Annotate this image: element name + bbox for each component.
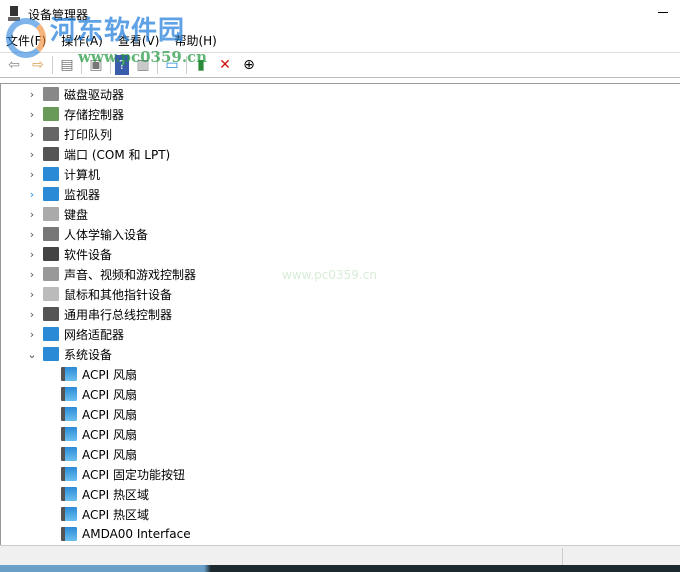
speaker-icon: [43, 267, 59, 281]
uninstall-icon[interactable]: ✕: [215, 55, 235, 75]
tree-device[interactable]: ACPI 风扇: [1, 444, 680, 464]
network-adapter-icon: [43, 327, 59, 341]
monitor-icon: [43, 187, 59, 201]
chevron-right-icon[interactable]: ›: [25, 128, 39, 141]
tree-category[interactable]: › 打印队列: [1, 124, 680, 144]
tree-category[interactable]: › 通用串行总线控制器: [1, 304, 680, 324]
keyboard-icon: [43, 207, 59, 221]
system-device-icon: [61, 407, 77, 421]
tree-device[interactable]: AMDA00 Interface: [1, 524, 680, 544]
port-icon: [43, 147, 59, 161]
category-label: 人体学输入设备: [64, 227, 149, 242]
category-label: 通用串行总线控制器: [64, 307, 173, 322]
minimize-button[interactable]: [658, 12, 668, 13]
category-label: 鼠标和其他指针设备: [64, 287, 173, 302]
printer-icon: [43, 127, 59, 141]
device-label: ACPI 风扇: [82, 407, 137, 422]
watermark-site-name: 河东软件园: [50, 16, 186, 46]
system-device-icon: [61, 427, 77, 441]
device-label: ACPI 风扇: [82, 367, 137, 382]
device-label: ACPI 热区域: [82, 487, 149, 502]
show-hide-console-tree-icon[interactable]: ▤: [57, 55, 77, 75]
chevron-right-icon[interactable]: ›: [25, 308, 39, 321]
forward-arrow-icon[interactable]: ⇨: [28, 55, 48, 75]
tree-category[interactable]: › 键盘: [1, 204, 680, 224]
system-device-icon: [61, 387, 77, 401]
device-label: ACPI 热区域: [82, 507, 149, 522]
toolbar-separator: [52, 56, 53, 74]
category-label: 打印队列: [64, 127, 113, 142]
chevron-down-icon[interactable]: ⌄: [25, 348, 39, 361]
tree-device[interactable]: ACPI 风扇: [1, 364, 680, 384]
mouse-icon: [43, 287, 59, 301]
tree-device[interactable]: ACPI 热区域: [1, 504, 680, 524]
category-label: 监视器: [64, 187, 101, 202]
tree-category[interactable]: ⌄ 系统设备: [1, 344, 680, 364]
chevron-right-icon[interactable]: ›: [25, 148, 39, 161]
device-label: ACPI 风扇: [82, 427, 137, 442]
tree-category[interactable]: › 人体学输入设备: [1, 224, 680, 244]
device-label: ACPI 风扇: [82, 447, 137, 462]
back-arrow-icon[interactable]: ⇦: [4, 55, 24, 75]
tree-device[interactable]: ACPI 热区域: [1, 484, 680, 504]
system-device-icon: [61, 367, 77, 381]
category-label: 系统设备: [64, 347, 113, 362]
chevron-right-icon[interactable]: ›: [25, 208, 39, 221]
storage-controller-icon: [43, 107, 59, 121]
watermark-logo: [6, 18, 46, 58]
tree-category[interactable]: › 存储控制器: [1, 104, 680, 124]
category-label: 磁盘驱动器: [64, 87, 125, 102]
system-device-icon: [61, 527, 77, 541]
tree-category[interactable]: › 鼠标和其他指针设备: [1, 284, 680, 304]
category-label: 软件设备: [64, 247, 113, 262]
chevron-right-icon[interactable]: ›: [25, 288, 39, 301]
chevron-right-icon[interactable]: ›: [25, 328, 39, 341]
tree-category[interactable]: › 网络适配器: [1, 324, 680, 344]
tree-device[interactable]: ACPI 固定功能按钮: [1, 464, 680, 484]
category-label: 网络适配器: [64, 327, 125, 342]
tree-category[interactable]: › 磁盘驱动器: [1, 84, 680, 104]
tree-device[interactable]: ACPI 风扇: [1, 384, 680, 404]
tree-device[interactable]: ACPI 风扇: [1, 424, 680, 444]
chevron-right-icon[interactable]: ›: [25, 188, 39, 201]
chevron-right-icon[interactable]: ›: [25, 248, 39, 261]
category-label: 端口 (COM 和 LPT): [64, 147, 171, 162]
usb-icon: [43, 307, 59, 321]
software-device-icon: [43, 247, 59, 261]
device-label: AMDA00 Interface: [82, 527, 191, 541]
chevron-right-icon[interactable]: ›: [25, 168, 39, 181]
computer-icon: [43, 167, 59, 181]
tree-category[interactable]: › 端口 (COM 和 LPT): [1, 144, 680, 164]
hid-icon: [43, 227, 59, 241]
status-bar: [0, 545, 680, 565]
category-label: 键盘: [64, 207, 89, 222]
device-label: ACPI 风扇: [82, 387, 137, 402]
chevron-right-icon[interactable]: ›: [25, 88, 39, 101]
watermark-url-faint: www.pc0359.cn: [282, 268, 377, 282]
disk-drive-icon: [43, 87, 59, 101]
system-device-icon: [43, 347, 59, 361]
chevron-right-icon[interactable]: ›: [25, 228, 39, 241]
taskbar-strip: [0, 565, 680, 572]
device-label: ACPI 固定功能按钮: [82, 467, 185, 482]
category-label: 声音、视频和游戏控制器: [64, 267, 197, 282]
status-divider: [562, 548, 563, 565]
watermark-url: www.pc0359.cn: [78, 48, 208, 66]
disable-device-icon[interactable]: ⊕: [239, 55, 259, 75]
device-tree: › 磁盘驱动器 › 存储控制器 › 打印队列 › 端口 (COM 和 LPT) › 计算机 › 监视器…: [0, 83, 680, 545]
category-label: 存储控制器: [64, 107, 125, 122]
tree-category[interactable]: › 监视器: [1, 184, 680, 204]
tree-device[interactable]: ACPI 风扇: [1, 404, 680, 424]
tree-category[interactable]: › 计算机: [1, 164, 680, 184]
system-device-icon: [61, 447, 77, 461]
system-device-icon: [61, 507, 77, 521]
tree-category[interactable]: › 软件设备: [1, 244, 680, 264]
chevron-right-icon[interactable]: ›: [25, 108, 39, 121]
category-label: 计算机: [64, 167, 101, 182]
system-device-icon: [61, 467, 77, 481]
chevron-right-icon[interactable]: ›: [25, 268, 39, 281]
system-device-icon: [61, 487, 77, 501]
